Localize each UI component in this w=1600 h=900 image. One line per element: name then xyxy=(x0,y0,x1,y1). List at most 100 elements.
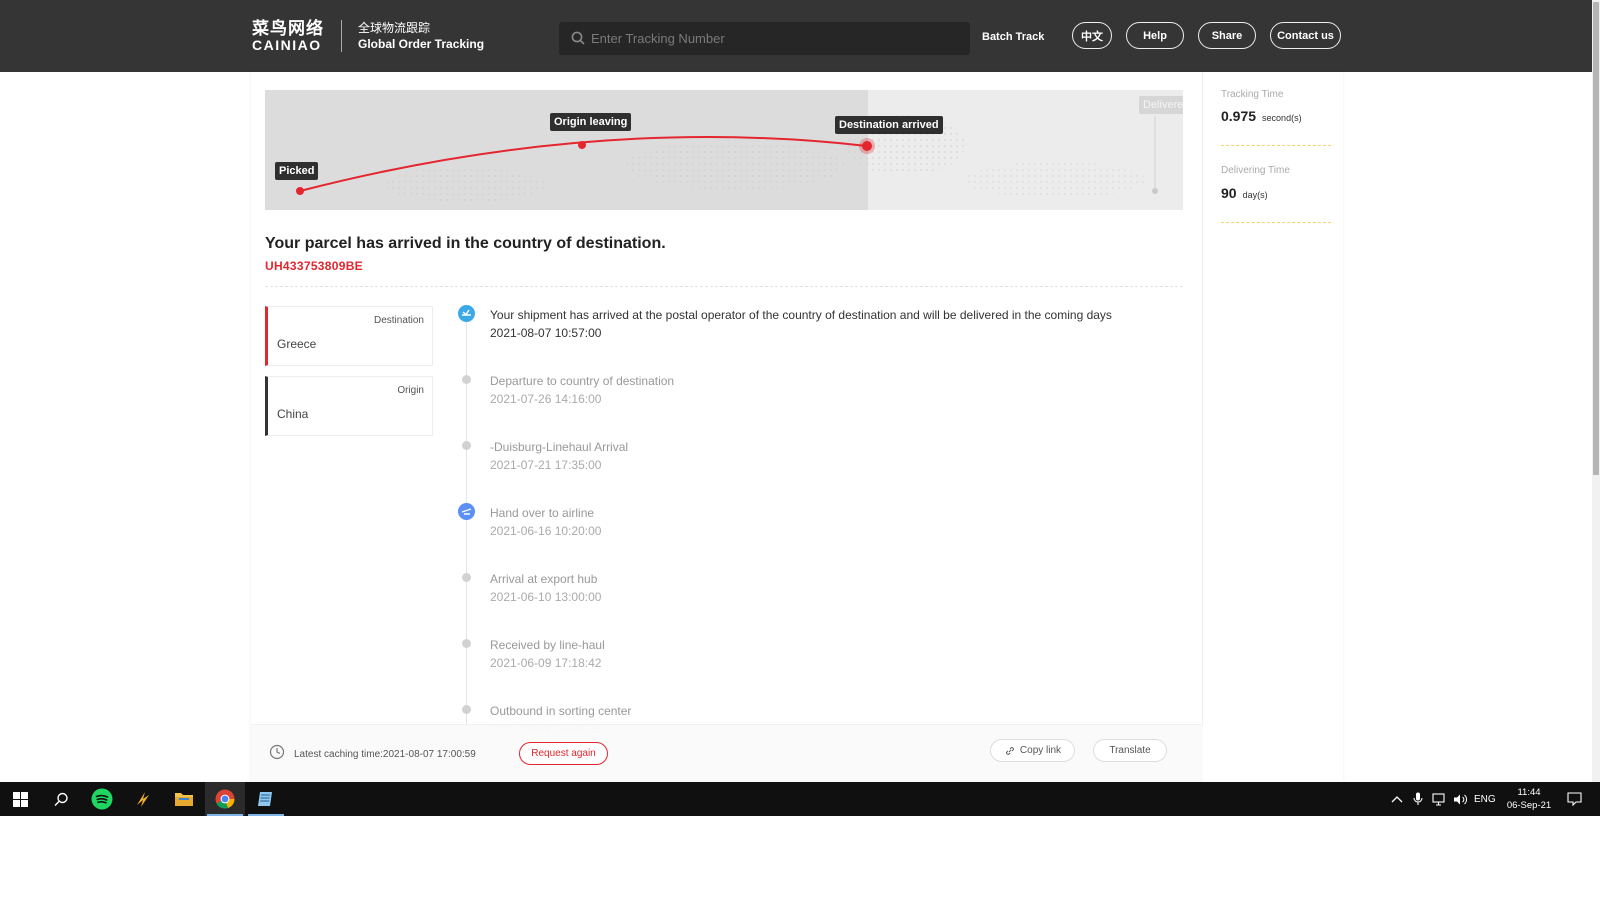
clock-date: 06-Sep-21 xyxy=(1506,800,1552,811)
stage-label-origin-leaving: Origin leaving xyxy=(550,113,632,131)
timeline-event: Arrival at export hub 2021-06-10 13:00:0… xyxy=(490,570,601,606)
tracking-number-input[interactable] xyxy=(591,22,961,55)
tracking-time-label: Tracking Time xyxy=(1221,89,1284,100)
network-icon[interactable] xyxy=(1432,782,1447,816)
timeline-event: Departure to country of destination 2021… xyxy=(490,372,674,408)
timeline-event: Hand over to airline 2021-06-16 10:20:00 xyxy=(490,504,601,540)
destination-arrived-point xyxy=(862,141,872,151)
batch-track-link[interactable]: Batch Track xyxy=(982,31,1044,43)
timeline-event-time: 2021-06-10 13:00:00 xyxy=(490,590,602,604)
delivering-time-value: 90 xyxy=(1221,185,1237,201)
destination-card: Destination Greece xyxy=(265,306,433,366)
origin-country: China xyxy=(277,407,309,421)
tracking-time-unit: second(s) xyxy=(1262,113,1302,123)
notepad-icon[interactable] xyxy=(246,782,286,816)
windows-taskbar: ENG 11:44 06-Sep-21 xyxy=(0,782,1600,816)
route-map-graphic xyxy=(296,115,1158,203)
origin-card: Origin China xyxy=(265,376,433,436)
tracking-number: UH433753809BE xyxy=(265,259,363,273)
tracking-search-box xyxy=(559,22,970,55)
stage-label-picked: Picked xyxy=(275,162,319,180)
timeline-dot xyxy=(462,639,471,648)
clock-time: 11:44 xyxy=(1517,787,1541,798)
subtitle-cn: 全球物流跟踪 xyxy=(358,21,431,35)
world-map-dots xyxy=(625,140,845,190)
origin-label: Origin xyxy=(397,385,424,396)
show-hidden-icons[interactable] xyxy=(1391,782,1403,816)
stage-label-delivered: Delivered xyxy=(1139,96,1183,114)
spotify-icon[interactable] xyxy=(82,782,122,816)
timeline-event-time: 2021-07-21 17:35:00 xyxy=(490,458,602,472)
stats-divider xyxy=(1221,222,1331,223)
tracking-time-value: 0.975 xyxy=(1221,108,1257,124)
delivered-point xyxy=(1152,188,1158,194)
route-map: Picked Origin leaving Destination arrive… xyxy=(265,90,1183,210)
timeline-event-desc: Arrival at export hub xyxy=(490,572,598,586)
language-button[interactable]: 中文 xyxy=(1072,22,1112,49)
tracking-time-row: 0.975 second(s) xyxy=(1221,108,1331,126)
shipment-status-title: Your parcel has arrived in the country o… xyxy=(265,235,666,252)
cainiao-logo[interactable]: 菜鸟网络 CAINIAO xyxy=(252,19,324,53)
timeline-event: Your shipment has arrived at the postal … xyxy=(490,306,1112,342)
logo-divider xyxy=(341,20,342,52)
timeline-event-desc: Departure to country of destination xyxy=(490,374,675,388)
start-icon[interactable] xyxy=(0,782,40,816)
copy-link-button[interactable]: Copy link xyxy=(990,739,1075,762)
picked-point xyxy=(296,187,304,195)
timeline-event-time: 2021-08-07 10:57:00 xyxy=(490,326,602,340)
stage-label-destination-arrived: Destination arrived xyxy=(835,116,943,134)
world-map-dots xyxy=(385,167,545,203)
request-again-button[interactable]: Request again xyxy=(519,742,608,765)
timeline-event-desc: Received by line-haul xyxy=(490,638,605,652)
timeline-event-time: 2021-06-16 10:20:00 xyxy=(490,524,602,538)
timeline-event-desc: Hand over to airline xyxy=(490,506,595,520)
timeline-event-time: 2021-06-09 17:18:42 xyxy=(490,656,602,670)
destination-country: Greece xyxy=(277,337,317,351)
copy-link-label: Copy link xyxy=(1019,745,1062,756)
input-language[interactable]: ENG xyxy=(1474,782,1496,816)
site-subtitle: 全球物流跟踪 Global Order Tracking xyxy=(358,21,484,52)
section-divider xyxy=(265,286,1183,287)
volume-icon[interactable] xyxy=(1453,782,1468,816)
logo-en-text: CAINIAO xyxy=(252,37,322,53)
notifications-icon[interactable] xyxy=(1567,782,1582,816)
tracking-stats-sidebar: Tracking Time 0.975 second(s) Delivering … xyxy=(1221,72,1331,223)
contact-us-button[interactable]: Contact us xyxy=(1270,22,1341,49)
timeline-dot xyxy=(462,705,471,714)
destination-label: Destination xyxy=(373,315,424,326)
page-scrollbar-thumb[interactable] xyxy=(1593,2,1599,475)
translate-button[interactable]: Translate xyxy=(1093,739,1167,762)
search-icon xyxy=(571,31,585,50)
timeline-event: Received by line-haul 2021-06-09 17:18:4… xyxy=(490,636,605,672)
stats-divider xyxy=(1221,145,1331,146)
file-explorer-icon[interactable] xyxy=(164,782,204,816)
timeline-event-desc: Your shipment has arrived at the postal … xyxy=(490,308,1112,322)
world-map-dots xyxy=(965,162,1145,198)
timeline-event-desc: Outbound in sorting center xyxy=(490,704,632,718)
delivering-time-unit: day(s) xyxy=(1242,190,1268,200)
delivering-time-row: 90 day(s) xyxy=(1221,185,1331,203)
airline-icon xyxy=(458,503,475,520)
search-icon[interactable] xyxy=(41,782,81,816)
latest-caching-time: Latest caching time:2021-08-07 17:00:59 xyxy=(294,749,476,760)
top-nav-bar: 菜鸟网络 CAINIAO 全球物流跟踪 Global Order Trackin… xyxy=(0,0,1592,72)
timeline-dot xyxy=(462,375,471,384)
timeline-dot xyxy=(462,441,471,450)
taskbar-clock[interactable]: 11:44 06-Sep-21 xyxy=(1502,786,1556,812)
tracking-result-panel: Picked Origin leaving Destination arrive… xyxy=(251,72,1343,782)
winamp-icon[interactable] xyxy=(123,782,163,816)
link-icon xyxy=(1004,745,1016,757)
help-button[interactable]: Help xyxy=(1126,22,1184,49)
origin-leaving-point xyxy=(578,141,586,149)
tracking-footer-bar: Latest caching time:2021-08-07 17:00:59 … xyxy=(251,724,1203,782)
microphone-icon[interactable] xyxy=(1413,782,1423,816)
share-button[interactable]: Share xyxy=(1198,22,1256,49)
timeline-dot xyxy=(462,573,471,582)
clock-icon xyxy=(269,744,285,765)
logo-cn-text: 菜鸟网络 xyxy=(252,19,324,38)
timeline-event-time: 2021-07-26 14:16:00 xyxy=(490,392,602,406)
timeline-event-desc: -Duisburg-Linehaul Arrival xyxy=(490,440,629,454)
chrome-icon[interactable] xyxy=(205,782,245,816)
arrival-plane-icon xyxy=(458,305,475,322)
timeline-event: -Duisburg-Linehaul Arrival 2021-07-21 17… xyxy=(490,438,628,474)
